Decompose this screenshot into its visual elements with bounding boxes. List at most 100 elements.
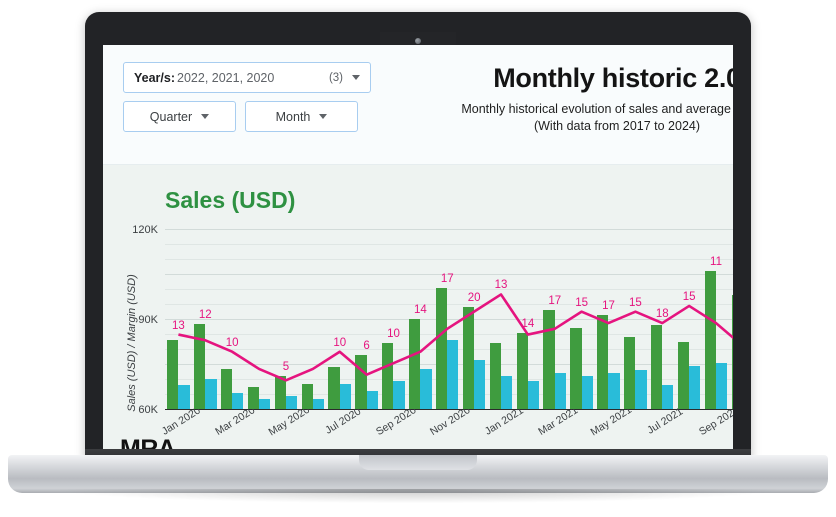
- sales-bar[interactable]: [597, 314, 609, 409]
- year-filter-dropdown[interactable]: Year/s: 2022, 2021, 2020 (3): [123, 62, 371, 93]
- sales-bar[interactable]: [435, 287, 448, 409]
- sales-bar[interactable]: [409, 319, 421, 409]
- chevron-down-icon: [352, 75, 360, 80]
- sales-bar[interactable]: [516, 332, 528, 409]
- sales-bar[interactable]: [462, 307, 475, 409]
- title-block: Monthly historic 2.0 Monthly historical …: [381, 63, 733, 135]
- chart-bar-group[interactable]: [299, 229, 326, 409]
- amount-value-label: 10: [225, 336, 239, 349]
- sales-bar[interactable]: [731, 295, 733, 409]
- month-filter-dropdown[interactable]: Month: [245, 101, 358, 132]
- margin-bar[interactable]: [285, 395, 298, 409]
- margin-bar[interactable]: [662, 385, 674, 409]
- amount-value-label: 14: [521, 317, 535, 330]
- laptop-shadow: [60, 489, 776, 503]
- margin-bar[interactable]: [339, 383, 351, 409]
- chart-title: Sales (USD): [165, 187, 296, 213]
- chart-bar-group[interactable]: Sep 2020: [374, 229, 419, 438]
- logo-name: MRA: [120, 435, 176, 450]
- sales-bar[interactable]: [355, 355, 367, 409]
- chart-bar-group[interactable]: Nov 2020: [428, 229, 473, 438]
- sales-bar[interactable]: [328, 367, 340, 409]
- amount-value-label: 18: [655, 308, 669, 321]
- chart-bar-group[interactable]: [622, 229, 649, 409]
- y-axis-title: Sales (USD) / Margin (USD): [126, 274, 138, 412]
- amount-value-label: 13: [172, 319, 185, 332]
- margin-bar[interactable]: [635, 370, 647, 409]
- page-subtitle-line1: Monthly historical evolution of sales an…: [461, 102, 733, 116]
- chart-plot-area: 030K60K90K120K Jan 2020Mar 2020May 2020J…: [132, 224, 733, 438]
- margin-bar[interactable]: [527, 380, 540, 409]
- sales-bar[interactable]: [650, 325, 663, 409]
- year-filter-value: 2022, 2021, 2020: [177, 70, 275, 85]
- page-title: Monthly historic 2.0: [493, 63, 733, 93]
- chart-bar-group[interactable]: [461, 229, 488, 409]
- sales-bar[interactable]: [624, 337, 636, 409]
- chart-bar-group[interactable]: Mar 2021: [536, 229, 580, 438]
- sales-bar[interactable]: [489, 343, 501, 409]
- amount-value-label: 6: [363, 340, 370, 352]
- sales-bar[interactable]: [274, 376, 286, 409]
- amount-value-label: 11: [710, 256, 723, 268]
- amount-value-label: 12: [198, 308, 212, 321]
- margin-bar[interactable]: [232, 392, 244, 409]
- margin-bar[interactable]: [259, 398, 271, 409]
- sales-bar[interactable]: [167, 340, 179, 409]
- chart-bars: Jan 2020 Mar 2020 May 2020 Jul 2020 Sep 2020…: [160, 229, 733, 438]
- amount-value-label: 14: [413, 304, 427, 316]
- chart-bar-group[interactable]: Jul 2020: [323, 229, 363, 437]
- sales-bar[interactable]: [543, 310, 555, 409]
- chart-bar-group[interactable]: [353, 229, 380, 409]
- filter-controls: Year/s: 2022, 2021, 2020 (3) Quarter Mon…: [123, 62, 371, 132]
- margin-bar[interactable]: [554, 373, 566, 409]
- chart-bar-group[interactable]: May 2021: [589, 229, 634, 438]
- chart-bar-group[interactable]: [407, 229, 434, 409]
- dashboard-header: Year/s: 2022, 2021, 2020 (3) Quarter Mon…: [103, 45, 733, 165]
- x-axis-tick: Jul 2021: [645, 405, 686, 437]
- chart-bar-group[interactable]: [246, 229, 273, 409]
- margin-bar[interactable]: [500, 376, 513, 409]
- margin-bar[interactable]: [715, 362, 728, 409]
- sales-bar[interactable]: [704, 271, 716, 409]
- amount-value-label: 5: [282, 361, 290, 373]
- sales-bar[interactable]: [194, 323, 206, 409]
- margin-bar[interactable]: [689, 365, 701, 409]
- chart-bar-group[interactable]: [568, 229, 595, 409]
- quarter-filter-dropdown[interactable]: Quarter: [123, 101, 236, 132]
- amount-value-label: 17: [548, 295, 562, 307]
- margin-bar[interactable]: [608, 373, 620, 409]
- margin-bar[interactable]: [447, 340, 459, 409]
- laptop-lid: Year/s: 2022, 2021, 2020 (3) Quarter Mon…: [85, 12, 751, 462]
- amount-value-label: 15: [628, 296, 642, 309]
- chart-bar-group[interactable]: May 2020: [266, 229, 312, 438]
- amount-value-label: 10: [333, 336, 347, 349]
- chart-panel: Sales (USD) Sales (USD) / Margin (USD) 0…: [103, 165, 733, 449]
- margin-bar[interactable]: [581, 376, 593, 409]
- sales-bar[interactable]: [220, 368, 233, 409]
- month-filter-label: Month: [275, 109, 311, 124]
- laptop-base-notch: [359, 455, 477, 470]
- margin-bar[interactable]: [393, 380, 405, 409]
- page-subtitle-line2: (With data from 2017 to 2024): [533, 118, 701, 133]
- y-axis-tick: 90K: [138, 314, 158, 326]
- chart-bar-group[interactable]: Mar 2020: [213, 229, 257, 438]
- chart-bar-group[interactable]: [676, 229, 703, 409]
- chart-bar-group[interactable]: Jan 2021: [483, 229, 526, 438]
- margin-bar[interactable]: [420, 368, 432, 409]
- mra-logo: MRA data solutions: [120, 435, 178, 450]
- chart-bar-group[interactable]: [729, 229, 733, 409]
- year-filter-count: (3): [328, 71, 343, 84]
- sales-bar[interactable]: [382, 343, 394, 409]
- margin-bar[interactable]: [366, 391, 378, 409]
- camera-dot-icon: [415, 38, 421, 44]
- margin-bar[interactable]: [178, 385, 190, 409]
- margin-bar[interactable]: [312, 398, 325, 409]
- sales-bar[interactable]: [247, 386, 260, 409]
- chevron-down-icon: [319, 114, 328, 119]
- margin-bar[interactable]: [474, 359, 486, 409]
- sales-bar[interactable]: [570, 328, 582, 409]
- sales-bar[interactable]: [677, 341, 690, 409]
- sales-bar[interactable]: [301, 383, 313, 409]
- year-filter-label: Year/s:: [134, 70, 176, 85]
- margin-bar[interactable]: [205, 379, 217, 409]
